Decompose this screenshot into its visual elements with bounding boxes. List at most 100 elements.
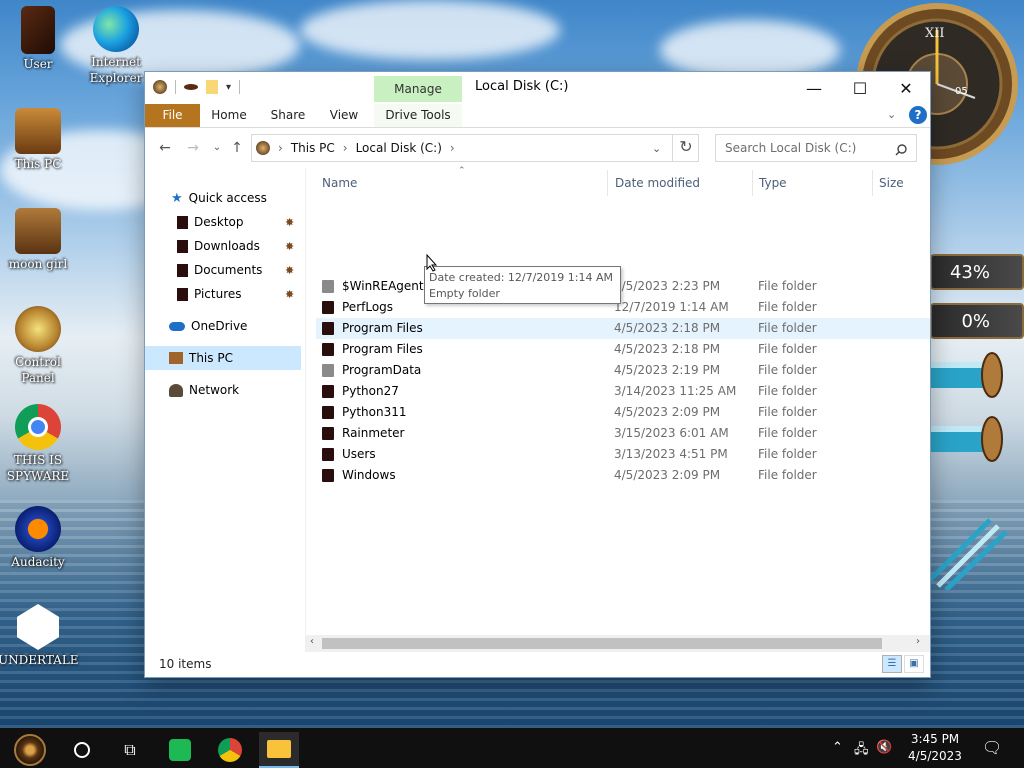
volume-muted-icon[interactable]: 🔇 bbox=[876, 740, 892, 755]
column-divider[interactable] bbox=[607, 170, 608, 196]
desktop-icon-moon-girl[interactable]: moon girl bbox=[0, 208, 78, 272]
folder-brown-icon bbox=[15, 208, 61, 254]
column-header-size[interactable]: Size bbox=[879, 176, 904, 190]
desktop-icon-undertale[interactable]: UNDERTALE bbox=[0, 604, 79, 668]
pin-icon[interactable]: ✸ bbox=[285, 288, 294, 301]
desktop-icon-audacity[interactable]: Audacity bbox=[0, 506, 78, 570]
nav-pictures[interactable]: Pictures bbox=[177, 282, 242, 306]
nav-desktop[interactable]: Desktop bbox=[177, 210, 244, 234]
breadcrumb-local-disk[interactable]: Local Disk (C:) bbox=[356, 141, 442, 155]
desktop-icon-internet-explorer[interactable]: Internet Explorer bbox=[76, 6, 156, 86]
file-row[interactable]: Python311 4/5/2023 2:09 PM File folder bbox=[316, 402, 930, 423]
chrome-icon bbox=[218, 738, 242, 762]
minimize-button[interactable]: — bbox=[791, 72, 837, 104]
file-row[interactable]: Program Files 4/5/2023 2:18 PM File fold… bbox=[316, 339, 930, 360]
search-input[interactable]: Search Local Disk (C:) bbox=[715, 134, 917, 162]
search-icon[interactable] bbox=[895, 141, 907, 156]
sort-ascending-icon: ⌃ bbox=[458, 166, 466, 176]
breadcrumb-separator-icon[interactable]: › bbox=[278, 141, 283, 155]
tab-drive-tools[interactable]: Drive Tools bbox=[374, 104, 462, 127]
nav-downloads[interactable]: Downloads bbox=[177, 234, 260, 258]
large-icons-view-icon[interactable]: ▣ bbox=[904, 655, 924, 673]
file-row[interactable]: Python27 3/14/2023 11:25 AM File folder bbox=[316, 381, 930, 402]
column-header-type[interactable]: Type bbox=[759, 176, 787, 190]
pin-icon[interactable]: ✸ bbox=[285, 240, 294, 253]
column-header-name[interactable]: Name bbox=[322, 176, 357, 190]
address-bar[interactable]: › This PC › Local Disk (C:) › ⌄ bbox=[251, 134, 699, 162]
horizontal-scrollbar[interactable]: ‹ › bbox=[306, 635, 930, 652]
lightbulb-icon bbox=[15, 306, 61, 352]
maximize-button[interactable]: ☐ bbox=[837, 72, 883, 104]
pin-icon[interactable]: ✸ bbox=[285, 264, 294, 277]
tab-home[interactable]: Home bbox=[205, 104, 253, 127]
file-row[interactable]: $WinREAgent 4/5/2023 2:23 PM File folder bbox=[316, 276, 930, 297]
column-divider[interactable] bbox=[872, 170, 873, 196]
file-row[interactable]: Users 3/13/2023 4:51 PM File folder bbox=[316, 444, 930, 465]
desktop-icon-control-panel[interactable]: Control Panel bbox=[0, 306, 78, 386]
folder-tooltip: Date created: 12/7/2019 1:14 AM Empty fo… bbox=[424, 266, 621, 304]
taskbar-app-chrome[interactable] bbox=[210, 732, 250, 768]
nav-network[interactable]: Network bbox=[169, 378, 239, 402]
start-button[interactable] bbox=[10, 732, 50, 768]
tab-file[interactable]: File bbox=[145, 104, 200, 127]
cloud-icon bbox=[169, 321, 185, 331]
folder-icon bbox=[322, 406, 334, 419]
new-folder-icon[interactable] bbox=[206, 80, 218, 94]
back-icon[interactable]: ← bbox=[155, 138, 175, 158]
tab-manage[interactable]: Manage bbox=[374, 76, 462, 102]
breadcrumb-separator-icon[interactable]: › bbox=[450, 141, 455, 155]
file-row[interactable]: Program Files 4/5/2023 2:18 PM File fold… bbox=[316, 318, 930, 339]
properties-icon[interactable] bbox=[184, 84, 198, 90]
tab-view[interactable]: View bbox=[323, 104, 365, 127]
forward-icon[interactable]: → bbox=[183, 138, 203, 158]
expand-ribbon-icon[interactable]: ⌄ bbox=[887, 108, 896, 121]
column-header-date[interactable]: Date modified bbox=[615, 176, 700, 190]
scroll-right-icon[interactable]: › bbox=[916, 636, 920, 647]
taskbar-app-file-explorer[interactable] bbox=[259, 732, 299, 768]
folder-icon bbox=[322, 280, 334, 293]
up-icon[interactable]: ↑ bbox=[227, 138, 247, 158]
recent-locations-icon[interactable]: ⌄ bbox=[207, 138, 227, 158]
details-view-icon[interactable]: ☰ bbox=[882, 655, 902, 673]
show-hidden-icons-icon[interactable]: ⌃ bbox=[832, 740, 843, 755]
tab-share[interactable]: Share bbox=[265, 104, 311, 127]
pipe-widget-2 bbox=[930, 416, 1024, 462]
ribbon-tabs: File Home Share View Drive Tools ⌄ ? bbox=[145, 104, 930, 128]
folder-icon bbox=[322, 427, 334, 440]
folder-icon bbox=[267, 740, 291, 758]
desktop-icon-user[interactable]: User bbox=[0, 6, 78, 72]
cortana-button[interactable] bbox=[62, 732, 102, 768]
breadcrumb-separator-icon[interactable]: › bbox=[343, 141, 348, 155]
help-icon[interactable]: ? bbox=[909, 106, 927, 124]
nav-quick-access[interactable]: ★ Quick access bbox=[171, 186, 267, 210]
qat-divider bbox=[239, 80, 241, 94]
qat-divider bbox=[175, 80, 176, 94]
address-dropdown-icon[interactable]: ⌄ bbox=[652, 142, 661, 155]
desktop-icon-chrome[interactable]: THIS IS SPYWARE bbox=[0, 404, 78, 484]
task-view-button[interactable]: ⧉ bbox=[110, 732, 150, 768]
refresh-icon[interactable]: ↻ bbox=[672, 134, 699, 162]
file-row[interactable]: Windows 4/5/2023 2:09 PM File folder bbox=[316, 465, 930, 486]
taskbar-clock[interactable]: 3:45 PM 4/5/2023 bbox=[900, 731, 970, 765]
breadcrumb-this-pc[interactable]: This PC bbox=[291, 141, 335, 155]
scrollbar-thumb[interactable] bbox=[322, 638, 882, 649]
notifications-icon[interactable]: 🗨 bbox=[982, 738, 1002, 757]
nav-onedrive[interactable]: OneDrive bbox=[169, 314, 247, 338]
file-row[interactable]: Rainmeter 3/15/2023 6:01 AM File folder bbox=[316, 423, 930, 444]
column-divider[interactable] bbox=[752, 170, 753, 196]
chevron-down-icon[interactable]: ▾ bbox=[226, 82, 231, 93]
headphones-icon bbox=[15, 506, 61, 552]
close-button[interactable]: ✕ bbox=[883, 72, 929, 104]
taskbar-app-spotify[interactable] bbox=[160, 732, 200, 768]
desktop-icon-this-pc[interactable]: This PC bbox=[0, 108, 78, 172]
scroll-left-icon[interactable]: ‹ bbox=[310, 636, 314, 647]
quick-access-toolbar: ▾ bbox=[153, 80, 241, 94]
pin-icon[interactable]: ✸ bbox=[285, 216, 294, 229]
file-row[interactable]: ProgramData 4/5/2023 2:19 PM File folder bbox=[316, 360, 930, 381]
nav-documents[interactable]: Documents bbox=[177, 258, 262, 282]
nav-this-pc[interactable]: This PC bbox=[145, 346, 301, 370]
pipe-widget-3 bbox=[928, 510, 1024, 592]
network-tray-icon[interactable]: 🖧 bbox=[854, 740, 869, 762]
folder-icon bbox=[177, 263, 188, 277]
file-row[interactable]: PerfLogs 12/7/2019 1:14 AM File folder bbox=[316, 297, 930, 318]
